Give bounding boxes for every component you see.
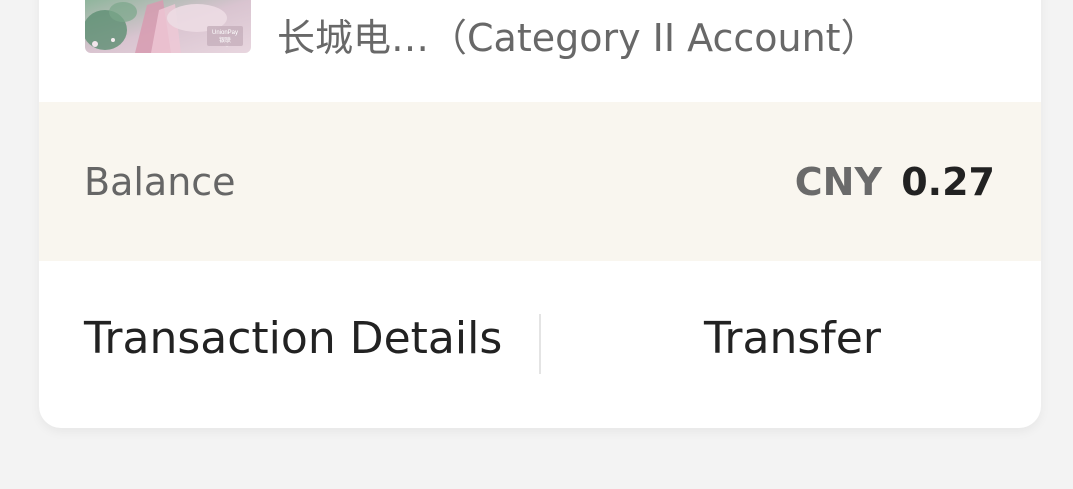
balance-label: Balance bbox=[84, 160, 236, 204]
svg-text:UnionPay: UnionPay bbox=[212, 30, 238, 36]
actions-divider bbox=[539, 314, 541, 374]
svg-text:银联: 银联 bbox=[219, 36, 231, 44]
bank-card-thumbnail-icon: UnionPay 银联 bbox=[85, 0, 251, 53]
transaction-details-button[interactable]: Transaction Details bbox=[84, 311, 502, 367]
actions-row: Transaction Details Transfer bbox=[39, 261, 1041, 428]
balance-row: Balance CNY 0.27 bbox=[39, 102, 1041, 261]
balance-currency: CNY bbox=[794, 160, 882, 204]
account-name: 长城电…（Category II Account） bbox=[277, 16, 879, 60]
account-info-row[interactable]: UnionPay 银联 长城电…（Category II Account） bbox=[39, 0, 1041, 72]
balance-amount: 0.27 bbox=[901, 160, 995, 204]
transfer-button[interactable]: Transfer bbox=[704, 311, 881, 367]
account-card: UnionPay 银联 长城电…（Category II Account） Ba… bbox=[39, 0, 1041, 428]
